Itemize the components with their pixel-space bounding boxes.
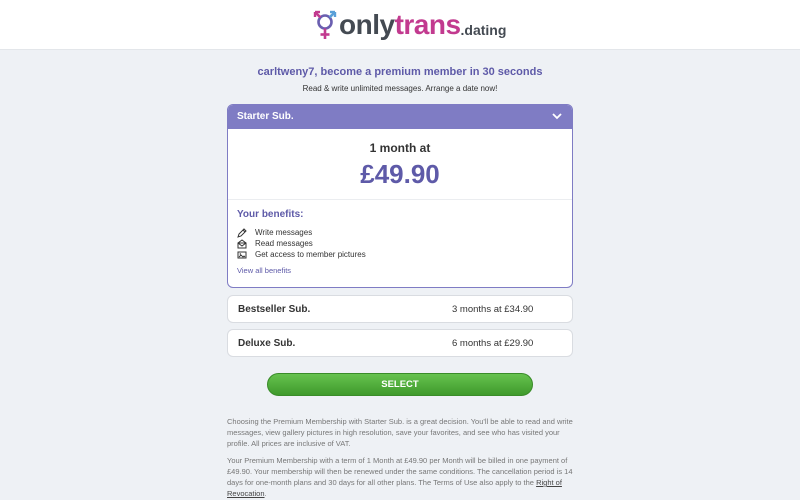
disclaimer-paragraph-2: Your Premium Membership with a term of 1… xyxy=(227,455,577,499)
envelope-open-icon xyxy=(237,238,247,248)
plan-option-deluxe[interactable]: Deluxe Sub. 6 months at £29.90 xyxy=(227,329,573,357)
price-divider xyxy=(228,199,572,200)
disclaimer-end: . xyxy=(264,489,267,498)
plan-option-terms: 3 months at £34.90 xyxy=(452,304,534,315)
benefit-label: Get access to member pictures xyxy=(255,250,366,259)
benefit-item: Write messages xyxy=(237,227,312,238)
benefit-item: Get access to member pictures xyxy=(237,249,366,260)
logo-text-dating: .dating xyxy=(460,22,507,38)
price-label: 1 month at xyxy=(369,141,431,155)
selected-plan-card[interactable]: Starter Sub. 1 month at £49.90 Your bene… xyxy=(227,104,573,288)
premium-headline: carltweny7, become a premium member in 3… xyxy=(257,66,543,78)
benefits-title: Your benefits: xyxy=(237,209,304,220)
disclaimer-paragraph-1: Choosing the Premium Membership with Sta… xyxy=(227,417,573,448)
disclaimer-text: Your Premium Membership with a term of 1… xyxy=(227,456,573,487)
view-all-benefits-link[interactable]: View all benefits xyxy=(237,266,291,275)
plan-option-name: Bestseller Sub. xyxy=(238,304,311,315)
pencil-icon xyxy=(237,227,247,238)
image-icon xyxy=(237,251,247,258)
transgender-symbol-icon xyxy=(313,10,337,39)
site-header: only trans .dating xyxy=(0,0,800,50)
price-value: £49.90 xyxy=(360,159,440,189)
plan-option-terms: 6 months at £29.90 xyxy=(452,338,534,349)
plan-option-name: Deluxe Sub. xyxy=(238,338,296,349)
site-logo[interactable]: only trans .dating xyxy=(312,8,506,42)
premium-subline: Read & write unlimited messages. Arrange… xyxy=(302,84,498,93)
logo-text-trans: trans xyxy=(394,9,461,40)
logo-text-only: only xyxy=(339,9,395,40)
select-button[interactable]: SELECT xyxy=(267,373,533,396)
selected-plan-header[interactable]: Starter Sub. xyxy=(228,105,572,129)
benefit-label: Read messages xyxy=(255,239,313,248)
plan-option-bestseller[interactable]: Bestseller Sub. 3 months at £34.90 xyxy=(227,295,573,323)
benefit-label: Write messages xyxy=(255,228,313,237)
benefit-item: Read messages xyxy=(237,238,313,249)
selected-plan-name: Starter Sub. xyxy=(237,111,294,122)
chevron-down-icon[interactable] xyxy=(552,112,562,120)
